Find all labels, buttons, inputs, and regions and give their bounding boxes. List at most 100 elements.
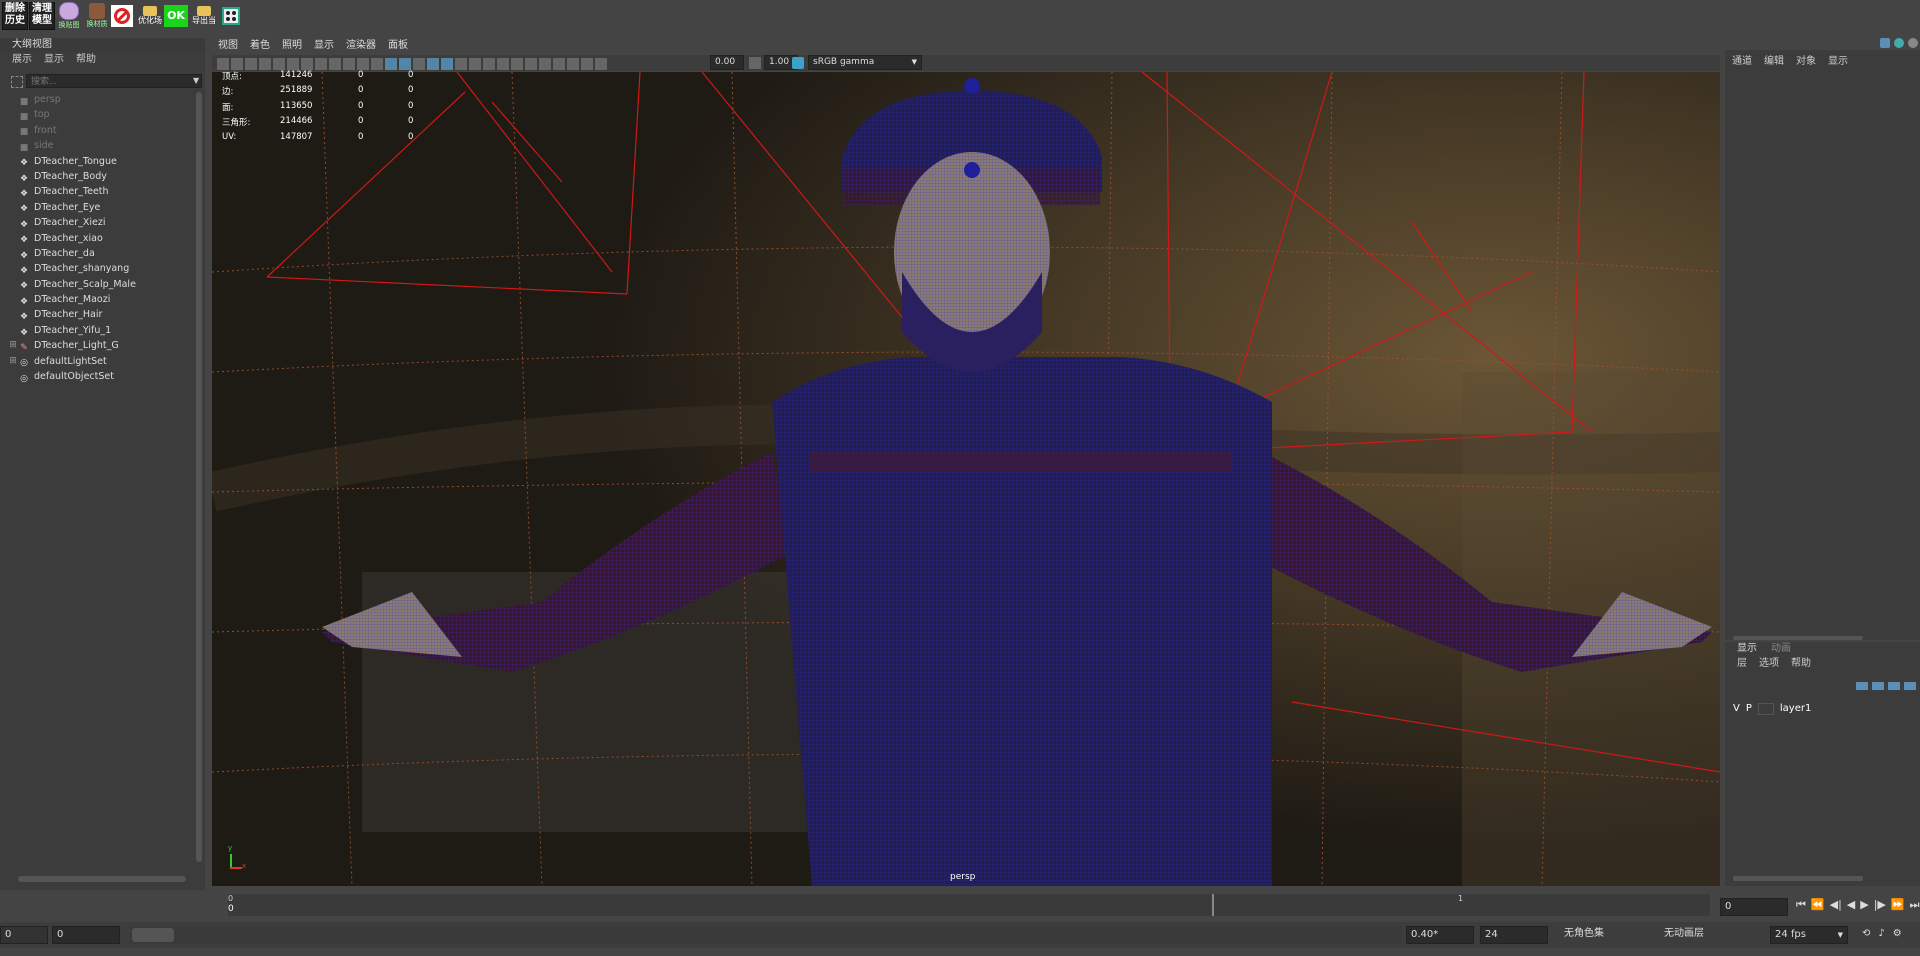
outliner-item-set[interactable]: ◎ defaultObjectSet [8, 369, 198, 384]
shadows-icon[interactable] [469, 58, 481, 70]
anti-aliasing-icon[interactable] [511, 58, 523, 70]
character-set-dropdown[interactable]: 无角色集 [1560, 926, 1656, 944]
anim-layer-dropdown[interactable]: 无动画层 [1660, 926, 1756, 944]
step-forward-frame-icon[interactable]: |▶︎ [1874, 898, 1886, 912]
current-frame-field[interactable]: 0 [1720, 898, 1788, 916]
layer-row[interactable]: V P layer1 [1733, 702, 1811, 716]
outliner-item-mesh[interactable]: ❖ DTeacher_Xiezi [8, 215, 198, 230]
outliner-item-side[interactable]: ■ side [8, 138, 198, 153]
ambient-occlusion-icon[interactable] [483, 58, 495, 70]
outliner-item-mesh[interactable]: ❖ DTeacher_Scalp_Male [8, 277, 198, 292]
gamma-icon[interactable] [749, 57, 761, 69]
dice-button[interactable] [220, 2, 242, 30]
menu-view[interactable]: 视图 [218, 38, 238, 54]
export-current-button[interactable]: 导出当 [190, 2, 218, 30]
outliner-item-persp[interactable]: ■ persp [8, 92, 198, 107]
range-slider[interactable] [130, 926, 1402, 944]
expand-icon[interactable]: ⊞ [8, 338, 18, 353]
wireframe-on-shaded-icon[interactable] [427, 58, 439, 70]
layer-visibility-toggle[interactable]: V [1733, 702, 1740, 716]
textured-icon[interactable] [441, 58, 453, 70]
camera-select-icon[interactable] [217, 58, 229, 70]
play-forward-icon[interactable]: ▶︎ [1860, 898, 1868, 912]
cleanup-model-button[interactable]: 清理 模型 [29, 2, 55, 30]
channel-menu-edit[interactable]: 编辑 [1764, 54, 1784, 70]
outliner-horizontal-scrollbar[interactable] [18, 876, 186, 882]
time-slider[interactable]: 0 1 0 0 ⏮ ⏪ ◀︎| ◀︎ ▶︎ |▶︎ ⏩ ⏭ [0, 890, 1920, 920]
swap-material-button[interactable]: 换材质 [84, 2, 110, 30]
anim-start-field[interactable]: 0 [52, 926, 120, 944]
optimize-scene-button[interactable]: 优化场 [137, 2, 163, 30]
menu-renderer[interactable]: 渲染器 [346, 38, 376, 54]
exposure-icon[interactable] [595, 58, 607, 70]
grease-pencil-icon[interactable] [273, 58, 285, 70]
outliner-item-mesh[interactable]: ❖ DTeacher_Yifu_1 [8, 323, 198, 338]
outliner-item-mesh[interactable]: ❖ DTeacher_da [8, 246, 198, 261]
end-frame-field[interactable]: 24 [1480, 926, 1548, 944]
layer-color-swatch[interactable] [1757, 703, 1774, 715]
outliner-item-mesh[interactable]: ❖ DTeacher_Tongue [8, 154, 198, 169]
layer-menu-layers[interactable]: 层 [1737, 656, 1747, 672]
move-layer-up-icon[interactable] [1856, 682, 1868, 690]
start-frame-field[interactable]: 0 [0, 926, 48, 944]
tab-animation[interactable]: 动画 [1771, 642, 1791, 656]
camera-attr-icon[interactable] [231, 58, 243, 70]
go-to-start-icon[interactable]: ⏮ [1796, 898, 1806, 912]
go-to-end-icon[interactable]: ⏭ [1910, 898, 1920, 912]
isolate-select-icon[interactable] [539, 58, 551, 70]
step-forward-key-icon[interactable]: ⏩ [1891, 898, 1905, 912]
search-dropdown-icon[interactable]: ▼ [193, 76, 199, 85]
outliner-item-mesh[interactable]: ❖ DTeacher_Eye [8, 200, 198, 215]
outliner-item-mesh[interactable]: ❖ DTeacher_Body [8, 169, 198, 184]
motion-blur-icon[interactable] [497, 58, 509, 70]
image-plane-icon[interactable] [259, 58, 271, 70]
default-material-icon[interactable] [413, 58, 425, 70]
layer-playback-toggle[interactable]: P [1746, 702, 1752, 716]
globe-icon[interactable] [1894, 38, 1904, 48]
swap-texture-button[interactable]: 换贴图 [56, 2, 82, 30]
xray-components-icon[interactable] [581, 58, 593, 70]
channel-menu-display[interactable]: 显示 [1828, 54, 1848, 70]
loop-icon[interactable]: ⟲ [1862, 928, 1870, 939]
layer-editor-scrollbar[interactable] [1733, 876, 1863, 881]
new-layer-icon[interactable] [1888, 682, 1900, 690]
wireframe-icon[interactable] [385, 58, 397, 70]
outliner-menu-show[interactable]: 展示 [12, 52, 32, 68]
step-back-frame-icon[interactable]: ◀︎| [1830, 898, 1842, 912]
outliner-item-light-group[interactable]: ⊞ ✎ DTeacher_Light_G [8, 338, 198, 353]
smooth-shade-icon[interactable] [399, 58, 411, 70]
color-space-dropdown[interactable]: sRGB gamma ▼ [808, 55, 922, 70]
outliner-item-mesh[interactable]: ❖ DTeacher_xiao [8, 231, 198, 246]
outliner-menu-help[interactable]: 帮助 [76, 52, 96, 68]
outliner-menu-display[interactable]: 显示 [44, 52, 64, 68]
timeline-track[interactable]: 0 1 0 [228, 894, 1710, 916]
outliner-item-set[interactable]: ⊞ ◎ defaultLightSet [8, 354, 198, 369]
outliner-search-input[interactable] [26, 74, 202, 88]
channel-menu-channels[interactable]: 通道 [1732, 54, 1752, 70]
outliner-item-front[interactable]: ■ front [8, 123, 198, 138]
grid-icon[interactable] [287, 58, 299, 70]
3d-viewport[interactable]: persp y x [212, 72, 1720, 886]
scale-field[interactable]: 0.40* [1406, 926, 1474, 944]
gate-mask-icon[interactable] [329, 58, 341, 70]
channel-box-scrollbar[interactable] [1733, 636, 1863, 640]
field-chart-icon[interactable] [343, 58, 355, 70]
fps-dropdown[interactable]: 24 fps ▼ [1770, 926, 1848, 944]
lights-icon[interactable] [455, 58, 467, 70]
menu-lighting[interactable]: 照明 [282, 38, 302, 54]
color-management-icon[interactable] [792, 57, 804, 69]
no-sign-button[interactable] [110, 2, 134, 30]
resolution-gate-icon[interactable] [315, 58, 327, 70]
audio-icon[interactable]: ♪ [1878, 928, 1884, 939]
xray-icon[interactable] [553, 58, 565, 70]
tab-display[interactable]: 显示 [1737, 642, 1757, 656]
outliner-vertical-scrollbar[interactable] [196, 92, 202, 862]
depth-of-field-icon[interactable] [525, 58, 537, 70]
preferences-icon[interactable]: ⚙ [1893, 928, 1902, 939]
bookmark-icon[interactable] [245, 58, 257, 70]
user-icon[interactable] [1908, 38, 1918, 48]
menu-panels[interactable]: 面板 [388, 38, 408, 54]
menu-shading[interactable]: 着色 [250, 38, 270, 54]
outliner-item-mesh[interactable]: ❖ DTeacher_shanyang [8, 261, 198, 276]
layer-menu-help[interactable]: 帮助 [1791, 656, 1811, 672]
